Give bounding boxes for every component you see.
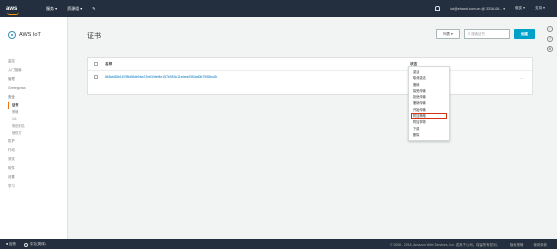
sidebar-item-settings[interactable]: 设置 bbox=[8, 173, 26, 182]
region-menu[interactable]: 俄亥 ▾ bbox=[515, 6, 525, 11]
notification-icon[interactable]: ▫ bbox=[547, 26, 553, 32]
certificates-table: 名称 状态 8b5cb85b167f8fd5fdb9ba72e634fef4e1… bbox=[87, 57, 533, 95]
page-title: 证书 bbox=[87, 33, 101, 40]
row-checkbox[interactable] bbox=[94, 75, 98, 79]
footer: ■ 反馈 中文(简体) © 2008 - 2018, Amazon Web Se… bbox=[0, 239, 557, 249]
aws-logo[interactable]: aws bbox=[6, 5, 24, 15]
iot-icon bbox=[8, 31, 16, 39]
sidebar-item-test[interactable]: 测试 bbox=[8, 155, 26, 164]
sidebar-item-manage[interactable]: 管理 bbox=[8, 75, 26, 84]
sidebar: AWS IoT 监控 入门指南 管理 Greengrass 安全 证书 策略 C… bbox=[0, 17, 68, 239]
sidebar-subitem-authorizers[interactable]: 授权方 bbox=[8, 130, 26, 137]
create-button[interactable]: 创建 bbox=[513, 29, 535, 39]
sidebar-item-greengrass[interactable]: Greengrass bbox=[8, 84, 26, 93]
brand-label: AWS IoT bbox=[19, 32, 41, 38]
account-menu[interactable]: iot@ehand.com.cn @ 3316-06... ▾ bbox=[450, 7, 505, 11]
certificate-id-link[interactable]: 8b5cb85b167f8fd5fdb9ba72e634fef4e157b953… bbox=[105, 75, 410, 79]
support-menu[interactable]: 支持 ▾ bbox=[535, 6, 545, 11]
row-actions-menu[interactable]: … bbox=[520, 75, 524, 80]
pin-icon[interactable]: ✎ bbox=[92, 6, 95, 11]
row-actions-dropdown: 激活 取消激活 撤销 接受传输 拒绝传输 撤销传输 开始传输 附加策略 附加事物… bbox=[408, 66, 450, 142]
view-dropdown[interactable]: 列表 ▾ bbox=[435, 29, 460, 39]
sidebar-subitem-role-aliases[interactable]: 角色别名 bbox=[8, 123, 26, 130]
sidebar-subitem-policies[interactable]: 策略 bbox=[8, 109, 26, 116]
sidebar-subitem-certificates[interactable]: 证书 bbox=[8, 102, 26, 109]
settings-icon[interactable]: ⚙ bbox=[547, 46, 553, 52]
sidebar-item-software[interactable]: 软件 bbox=[8, 164, 26, 173]
select-all-checkbox[interactable] bbox=[94, 62, 98, 66]
menu-item-delete[interactable]: 删除 bbox=[409, 132, 449, 138]
privacy-link[interactable]: 隐私策略 bbox=[510, 242, 524, 247]
bell-icon[interactable] bbox=[435, 6, 441, 11]
feedback-link[interactable]: ■ 反馈 bbox=[6, 241, 16, 246]
language-label: 中文(简体) bbox=[29, 242, 46, 247]
copyright-text: © 2008 - 2018, Amazon Web Services, Inc.… bbox=[390, 242, 500, 247]
sidebar-item-onboard[interactable]: 入门指南 bbox=[8, 66, 26, 75]
language-selector[interactable]: 中文(简体) bbox=[23, 241, 46, 247]
sidebar-item-monitor[interactable]: 监控 bbox=[8, 57, 26, 66]
table-row[interactable]: 8b5cb85b167f8fd5fdb9ba72e634fef4e157b953… bbox=[88, 71, 532, 83]
feedback-label: 反馈 bbox=[9, 242, 16, 247]
sidebar-nav: 监控 入门指南 管理 Greengrass 安全 证书 策略 CA 角色别名 授… bbox=[8, 57, 26, 191]
main-content: 证书 列表 ▾ ⚲ 搜索证书 创建 ▫ ? ⚙ 名称 状态 8b5cb85b16… bbox=[69, 17, 557, 239]
resource-groups-menu[interactable]: 资源组 ▾ bbox=[67, 6, 82, 12]
table-header: 名称 状态 bbox=[88, 58, 532, 71]
service-brand[interactable]: AWS IoT bbox=[8, 31, 41, 39]
search-placeholder: 搜索证书 bbox=[471, 32, 485, 36]
top-navigation-bar: aws 服务 ▾ 资源组 ▾ ✎ iot@ehand.com.cn @ 3316… bbox=[0, 0, 557, 17]
sidebar-item-act[interactable]: 行动 bbox=[8, 146, 26, 155]
sidebar-item-security[interactable]: 安全 bbox=[8, 93, 26, 102]
help-icon[interactable]: ? bbox=[547, 36, 553, 42]
column-header-name[interactable]: 名称 bbox=[105, 62, 410, 67]
sidebar-item-defend[interactable]: 防护 bbox=[8, 137, 26, 146]
services-menu[interactable]: 服务 ▾ bbox=[46, 6, 57, 12]
aws-logo-text: aws bbox=[6, 5, 18, 12]
toolbar: 列表 ▾ ⚲ 搜索证书 创建 bbox=[435, 29, 535, 39]
utility-icons: ▫ ? ⚙ bbox=[547, 26, 553, 52]
terms-link[interactable]: 使用条款 bbox=[533, 242, 547, 247]
sidebar-item-learn[interactable]: 学习 bbox=[8, 182, 26, 191]
search-input[interactable]: ⚲ 搜索证书 bbox=[463, 29, 510, 39]
globe-icon bbox=[23, 242, 28, 247]
sidebar-subitem-ca[interactable]: CA bbox=[8, 116, 26, 123]
